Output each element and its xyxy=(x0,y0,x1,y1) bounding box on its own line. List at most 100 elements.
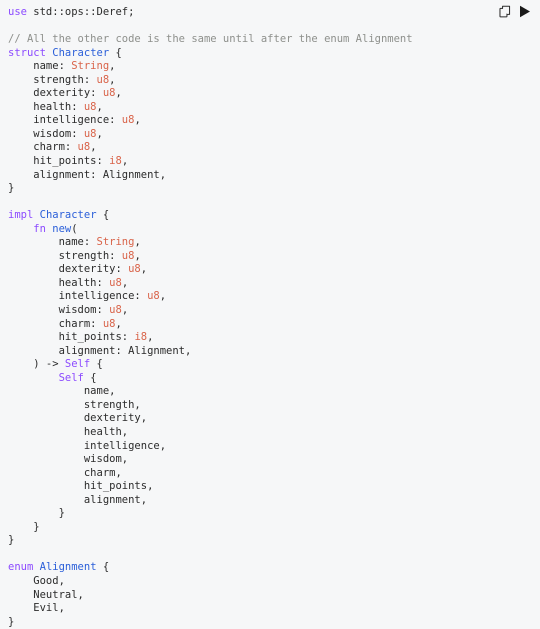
code-token: { xyxy=(83,371,97,384)
code-token: hit_points: xyxy=(8,155,110,168)
code-token: Evil, xyxy=(8,602,65,615)
code-line: // All the other code is the same until … xyxy=(8,33,413,45)
code-token: u8 xyxy=(102,87,116,100)
code-token: , xyxy=(115,87,122,100)
code-token: , xyxy=(121,155,129,168)
code-token: , xyxy=(96,100,103,113)
code-line: } xyxy=(8,534,14,546)
code-line: intelligence, xyxy=(8,440,166,452)
code-token: charm, xyxy=(8,466,122,479)
code-token: , xyxy=(90,141,97,154)
code-token: u8 xyxy=(96,73,110,86)
code-line: charm: u8, xyxy=(8,141,97,154)
code-line: health, xyxy=(8,426,128,438)
code-line: enum Alignment { xyxy=(8,561,109,573)
code-token: Self xyxy=(64,358,91,371)
code-block: use std::ops::Deref; // All the other co… xyxy=(0,0,540,628)
code-line: } xyxy=(8,520,40,533)
code-token: strength: xyxy=(8,249,122,262)
code-line: hit_points: i8, xyxy=(8,155,128,167)
code-token: std::ops::Deref; xyxy=(26,6,135,18)
code-line: charm: u8, xyxy=(8,318,122,330)
code-line: } xyxy=(8,616,14,628)
code-token: Alignment xyxy=(39,561,97,574)
code-token: u8 xyxy=(147,290,160,303)
code-token: alignment, xyxy=(8,493,148,506)
code-token: } xyxy=(8,520,40,533)
code-token: , xyxy=(140,263,148,276)
code-token: } xyxy=(8,182,15,195)
run-code-button[interactable] xyxy=(519,5,531,18)
code-token: u8 xyxy=(102,317,116,330)
code-token: strength: xyxy=(8,73,97,86)
code-token: Character xyxy=(52,46,110,59)
code-token: , xyxy=(121,304,129,317)
code-token: { xyxy=(96,209,110,222)
copy-icon xyxy=(499,5,512,18)
code-token: u8 xyxy=(109,304,122,317)
code-content: use std::ops::Deref; // All the other co… xyxy=(8,6,530,629)
code-token: fn xyxy=(33,222,46,235)
code-token: name, xyxy=(8,385,116,398)
code-token: health, xyxy=(8,425,129,438)
code-token: new xyxy=(52,222,72,235)
code-token: struct xyxy=(8,46,46,59)
code-token: u8 xyxy=(83,127,97,140)
code-token: String xyxy=(71,60,110,73)
code-token: u8 xyxy=(109,276,122,289)
code-token: } xyxy=(8,534,15,547)
code-token: Neutral, xyxy=(8,588,84,601)
code-line: dexterity, xyxy=(8,412,147,424)
code-line: strength: u8, xyxy=(8,250,141,262)
code-line: health: u8, xyxy=(8,276,129,289)
code-line: Self { xyxy=(8,372,97,384)
code-token: dexterity, xyxy=(8,412,148,425)
code-token: , xyxy=(109,73,116,86)
code-line: Good, xyxy=(8,575,65,587)
code-token: intelligence: xyxy=(8,290,148,303)
code-token: , xyxy=(159,290,167,303)
code-line: intelligence: u8, xyxy=(8,114,141,126)
code-token: , xyxy=(147,331,154,344)
code-token: Character xyxy=(39,209,97,222)
code-token: ) -> xyxy=(8,358,65,371)
code-line: impl Character { xyxy=(8,209,109,221)
code-token: alignment: Alignment, xyxy=(8,168,167,181)
code-line: name: String, xyxy=(8,236,141,248)
code-token: enum xyxy=(8,561,34,574)
code-token: } xyxy=(8,507,65,520)
code-token: hit_points: xyxy=(8,331,135,344)
code-token: , xyxy=(134,114,141,127)
code-token: intelligence, xyxy=(8,439,167,452)
code-line: name: String, xyxy=(8,60,115,72)
code-line: alignment: Alignment, xyxy=(8,169,166,181)
code-token: alignment: Alignment, xyxy=(8,344,192,357)
code-token: use xyxy=(8,6,27,18)
code-line: name, xyxy=(8,385,116,398)
code-token: , xyxy=(134,249,141,262)
code-token: wisdom: xyxy=(8,127,84,140)
code-token: ( xyxy=(71,222,78,235)
code-token: hit_points, xyxy=(8,480,154,493)
code-token: u8 xyxy=(83,100,97,113)
code-line: ) -> Self { xyxy=(8,358,103,370)
code-line: wisdom: u8, xyxy=(8,128,103,140)
copy-to-clipboard-button[interactable] xyxy=(499,5,512,18)
code-line: health: u8, xyxy=(8,101,103,113)
code-token: intelligence: xyxy=(8,114,122,127)
code-line: fn new( xyxy=(8,222,78,235)
code-line: } xyxy=(8,182,14,194)
code-token: i8 xyxy=(109,155,122,168)
code-token: name: xyxy=(8,236,97,249)
code-line: hit_points: i8, xyxy=(8,331,154,344)
code-token: wisdom: xyxy=(8,304,110,317)
code-token: { xyxy=(96,561,110,574)
code-token: name: xyxy=(8,60,72,73)
code-line: alignment: Alignment, xyxy=(8,344,192,357)
code-line: struct Character { xyxy=(8,47,122,59)
code-token: u8 xyxy=(121,249,135,262)
code-line: alignment, xyxy=(8,494,147,506)
code-token: , xyxy=(109,60,116,73)
code-line: hit_points, xyxy=(8,480,154,493)
